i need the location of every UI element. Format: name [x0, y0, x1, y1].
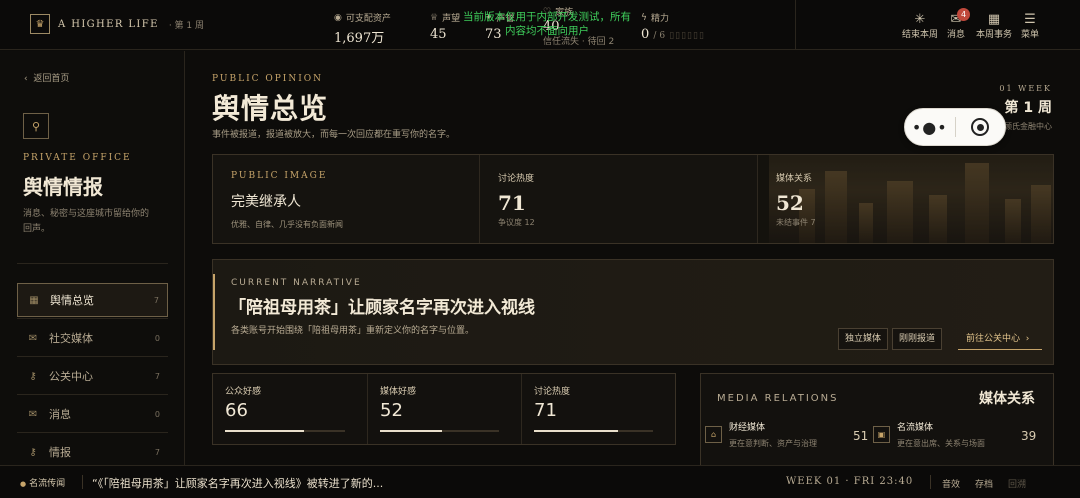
office-kicker: PRIVATE OFFICE [23, 153, 132, 163]
metric-discussion-heat: 讨论热度 71 [521, 374, 675, 444]
page-title: 舆情总览 [212, 92, 329, 125]
progress-track [534, 430, 653, 432]
menu-icon: ☰ [1024, 12, 1036, 27]
top-bar: ♛ A HIGHER LIFE · 第 1 周 ◉ 可支配资产 1,697万 ♕ 声… [0, 0, 1080, 50]
messages-button[interactable]: ✉ 4 消息 [947, 8, 970, 40]
divider [17, 356, 168, 357]
stat-assets: ◉ 可支配资产 1,697万 [334, 12, 391, 47]
media-relations-panel: MEDIA RELATIONS 媒体关系 ⌂ 财经媒体 更在意判断、资产与治理 … [700, 373, 1054, 465]
chevron-left-icon: ‹ [24, 74, 34, 84]
crown-icon: ♛ [30, 14, 50, 34]
key-icon: ⚷ [29, 370, 37, 382]
magnifier-icon: ⚲ [23, 113, 49, 139]
crown-icon: ♕ [430, 12, 439, 23]
sparkle-icon: ✳ [914, 12, 926, 27]
mail-icon: ✉ [28, 408, 38, 420]
divider [795, 0, 796, 50]
sound-button[interactable]: 音效 [942, 477, 960, 490]
discussion-heat-cell: 讨论热度 71 争议度 12 [479, 155, 757, 243]
accent-bar [213, 274, 215, 350]
key-icon: ⚷ [29, 446, 37, 458]
building-icon: ⌂ [705, 426, 722, 443]
coin-icon: ◉ [334, 12, 342, 23]
dev-notice: 当前版本仅用于内部开发测试，所有内容均不面向用户 [463, 11, 631, 37]
progress-fill [534, 430, 619, 432]
media-item-finance[interactable]: ⌂ 财经媒体 更在意判断、资产与治理 51 [705, 420, 873, 448]
unread-badge: 4 [957, 8, 970, 21]
brand-week: · 第 1 周 [168, 20, 204, 31]
news-ticker[interactable]: “《「陪祖母用茶」让顾家名字再次进入视线》被转进了新的... [92, 475, 383, 491]
divider [17, 318, 168, 319]
weekly-tasks-button[interactable]: ▦ 本周事务 [976, 12, 1012, 40]
divider [82, 475, 83, 489]
narrative-desc: 各类账号开始围绕「陪祖母用茶」重新定义你的名字与位置。 [231, 326, 475, 336]
metric-public-favor: 公众好感 66 [213, 374, 367, 444]
media-relations-cell: 媒体关系 52 未结事件 7 [757, 155, 1053, 243]
sidebar-item-pr[interactable]: ⚷ 公关中心 7 [17, 359, 168, 393]
close-ring-icon [971, 118, 990, 136]
sidebar-item-overview[interactable]: ▦ 舆情总览 7 [17, 283, 168, 317]
bottom-bar: ● 名流传闻 “《「陪祖母用茶」让顾家名字再次进入视线》被转进了新的... WEE… [0, 465, 1080, 498]
save-button[interactable]: 存档 [975, 477, 993, 490]
miniapp-capsule: •●• [904, 108, 1006, 146]
close-miniapp-button[interactable] [955, 118, 1005, 136]
progress-track [380, 430, 499, 432]
sidebar-item-messages[interactable]: ✉ 消息 0 [17, 397, 168, 431]
progress-track [225, 430, 345, 432]
sidebar-item-social[interactable]: ✉ 社交媒体 0 [17, 321, 168, 355]
stat-energy: ϟ 精力 0 / 6 ▯▯▯▯▯▯ [641, 12, 705, 43]
energy-pips: ▯▯▯▯▯▯ [669, 31, 705, 41]
camera-icon: ▣ [873, 426, 890, 443]
grid-icon: ▦ [29, 294, 39, 306]
end-week-button[interactable]: ✳ 结束本周 [902, 12, 938, 40]
media-item-celebrity[interactable]: ▣ 名流媒体 更在意出席、关系与场面 39 [873, 420, 1041, 448]
game-clock: WEEK 01 · FRI 23:40 [786, 476, 914, 487]
mail-icon: ✉ [28, 332, 38, 344]
public-image-card: PUBLIC IMAGE 完美继承人 优雅、自律、几乎没有负面新闻 讨论热度 7… [212, 154, 1054, 244]
brand: ♛ A HIGHER LIFE · 第 1 周 [30, 14, 204, 34]
calendar-icon: ▦ [987, 12, 1001, 27]
divider [17, 394, 168, 395]
sidebar: ‹ 返回首页 ⚲ PRIVATE OFFICE 舆情情报 消息、秘密与这座城市留… [0, 51, 185, 465]
location-label: 顾氏金融中心 [1004, 122, 1052, 131]
sidebar-item-intel[interactable]: ⚷ 情报 7 [17, 435, 168, 469]
current-narrative-card: CURRENT NARRATIVE 「陪祖母用茶」让顾家名字再次进入视线 各类账… [212, 259, 1054, 365]
divider [17, 263, 168, 264]
bolt-icon: ϟ [641, 12, 647, 23]
divider [930, 475, 931, 489]
main-content: PUBLIC OPINION 舆情总览 事件被报道，报道被放大，而每一次回应都在… [186, 51, 1080, 465]
tag-independent-media: 独立媒体 [838, 328, 889, 350]
dot-icon: ● [20, 480, 27, 488]
divider [17, 432, 168, 433]
tag-just-reported: 刚刚报道 [892, 328, 943, 350]
progress-fill [225, 430, 305, 432]
chevron-right-icon: › [1025, 334, 1030, 344]
more-button[interactable]: •●• [905, 118, 955, 137]
narrative-title: 「陪祖母用茶」让顾家名字再次进入视线 [229, 298, 535, 318]
page-kicker: PUBLIC OPINION [212, 74, 324, 84]
brand-name: A HIGHER LIFE [58, 18, 159, 30]
week-indicator: 01 WEEK 第 1 周 顾氏金融中心 [999, 84, 1052, 131]
ticker-label: ● 名流传闻 [20, 479, 66, 489]
metric-media-favor: 媒体好感 52 [367, 374, 521, 444]
public-image-cell: PUBLIC IMAGE 完美继承人 优雅、自律、几乎没有负面新闻 [231, 171, 343, 229]
progress-fill [380, 430, 442, 432]
office-title: 舆情情报 [23, 175, 103, 199]
rewind-button[interactable]: 回溯 [1008, 477, 1026, 490]
metrics-panel: 公众好感 66 媒体好感 52 讨论热度 71 [212, 373, 676, 445]
goto-pr-center-button[interactable]: 前往公关中心 › [958, 328, 1042, 350]
office-desc: 消息、秘密与这座城市留给你的回声。 [23, 209, 150, 234]
page-desc: 事件被报道，报道被放大，而每一次回应都在重写你的名字。 [212, 130, 456, 140]
menu-button[interactable]: ☰ 菜单 [1021, 12, 1039, 40]
back-home-link[interactable]: ‹ 返回首页 [24, 71, 69, 84]
stat-prestige: ♕ 声望 45 [430, 12, 461, 43]
